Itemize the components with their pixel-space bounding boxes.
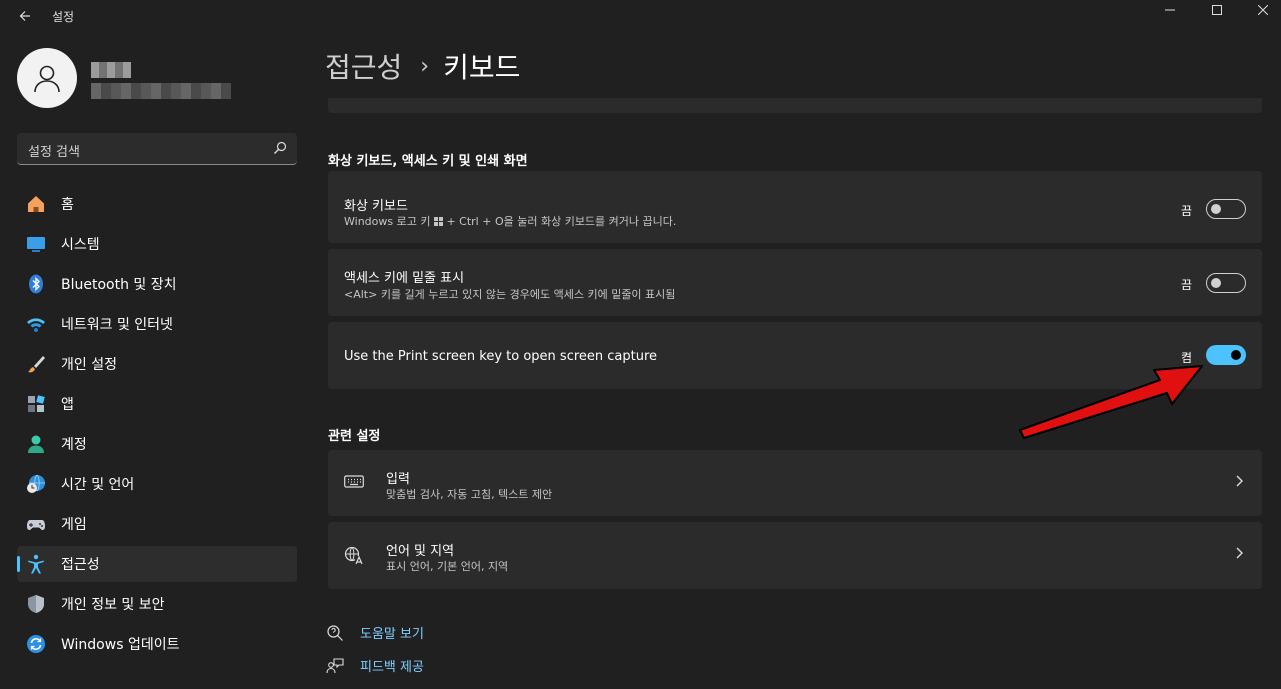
time-language-icon xyxy=(27,474,45,493)
on-screen-keyboard-toggle[interactable] xyxy=(1206,199,1246,219)
setting-title: 액세스 키에 밑줄 표시 xyxy=(344,271,465,286)
toggle-state-label: 끔 xyxy=(1180,204,1192,218)
brush-icon xyxy=(28,356,45,373)
account-icon xyxy=(28,435,44,453)
maximize-icon xyxy=(1212,5,1222,15)
breadcrumb-separator: › xyxy=(420,53,430,79)
sidebar-item-accounts[interactable]: 계정 xyxy=(17,426,297,462)
previous-card-bottom xyxy=(328,98,1262,113)
user-name xyxy=(91,62,131,78)
minimize-icon xyxy=(1165,9,1175,11)
search-placeholder: 설정 검색 xyxy=(28,145,80,160)
toggle-knob xyxy=(1231,350,1241,360)
sidebar-item-label: 홈 xyxy=(61,197,74,213)
back-button[interactable] xyxy=(12,4,38,28)
sidebar-item-gaming[interactable]: 게임 xyxy=(17,506,297,542)
setting-description: 표시 언어, 기본 언어, 지역 xyxy=(386,560,509,573)
apps-icon xyxy=(28,395,45,412)
breadcrumb: 접근성 › 키보드 xyxy=(325,46,520,86)
sidebar-item-system[interactable]: 시스템 xyxy=(17,226,297,262)
sidebar-item-label: 접근성 xyxy=(61,557,100,573)
underline-access-keys-setting: 액세스 키에 밑줄 표시 <Alt> 키를 길게 누르고 있지 않는 경우에도 … xyxy=(328,249,1262,316)
sidebar-item-label: 네트워크 및 인터넷 xyxy=(61,317,173,333)
sidebar-item-network[interactable]: 네트워크 및 인터넷 xyxy=(17,306,297,342)
setting-description: <Alt> 키를 길게 누르고 있지 않는 경우에도 액세스 키에 밑줄이 표시… xyxy=(344,288,676,301)
gamepad-icon xyxy=(27,520,45,530)
setting-title: Use the Print screen key to open screen … xyxy=(344,349,658,364)
on-screen-keyboard-setting: 화상 키보드 Windows 로고 키 + Ctrl + O을 눌러 화상 키보… xyxy=(328,171,1262,243)
sidebar-item-label: 시간 및 언어 xyxy=(61,477,135,493)
section-title-related: 관련 설정 xyxy=(328,429,381,444)
language-region-settings-link[interactable]: 언어 및 지역 표시 언어, 기본 언어, 지역 xyxy=(328,522,1262,589)
maximize-button[interactable] xyxy=(1194,0,1240,20)
sidebar-item-label: 계정 xyxy=(61,437,87,453)
section-title-keyboard: 화상 키보드, 액세스 키 및 인쇄 화면 xyxy=(328,154,528,169)
feedback-icon xyxy=(326,657,344,673)
close-button[interactable] xyxy=(1240,0,1281,20)
app-title: 설정 xyxy=(52,10,75,24)
toggle-state-label: 끔 xyxy=(1180,278,1192,292)
sidebar-item-accessibility[interactable]: 접근성 xyxy=(17,546,297,582)
setting-description: Windows 로고 키 + Ctrl + O을 눌러 화상 키보드를 켜거나 … xyxy=(344,215,677,228)
setting-description: 맞춤법 검사, 자동 고침, 텍스트 제안 xyxy=(386,488,553,501)
sidebar-item-privacy[interactable]: 개인 정보 및 보안 xyxy=(17,586,297,622)
windows-logo-icon xyxy=(433,217,443,226)
sidebar-item-windows-update[interactable]: Windows 업데이트 xyxy=(17,626,297,662)
chevron-right-icon xyxy=(1236,475,1243,487)
bluetooth-icon xyxy=(29,274,43,294)
wifi-icon xyxy=(27,318,45,332)
sidebar-item-label: 게임 xyxy=(61,517,87,533)
back-arrow-icon xyxy=(19,11,30,21)
close-icon xyxy=(1258,5,1268,15)
sidebar-nav: 홈 시스템 Bluetooth 및 장치 네트워크 및 인터넷 개인 설정 앱 … xyxy=(17,186,297,666)
sidebar-item-personalization[interactable]: 개인 설정 xyxy=(17,346,297,382)
toggle-knob xyxy=(1211,278,1221,288)
title-bar: 설정 xyxy=(0,0,1281,32)
sidebar-item-label: 시스템 xyxy=(61,237,100,253)
print-screen-capture-setting: Use the Print screen key to open screen … xyxy=(328,322,1262,389)
toggle-knob xyxy=(1211,204,1221,214)
setting-title: 언어 및 지역 xyxy=(386,544,455,559)
sidebar-item-label: Bluetooth 및 장치 xyxy=(61,277,177,293)
sidebar-item-label: 앱 xyxy=(61,397,74,413)
update-icon xyxy=(27,635,45,653)
print-screen-capture-toggle[interactable] xyxy=(1206,345,1246,365)
sidebar-item-label: Windows 업데이트 xyxy=(61,637,180,653)
setting-title: 입력 xyxy=(386,472,410,487)
give-feedback-label: 피드백 제공 xyxy=(360,660,424,675)
help-icon xyxy=(327,624,343,641)
sidebar-item-bluetooth[interactable]: Bluetooth 및 장치 xyxy=(17,266,297,302)
chevron-right-icon xyxy=(1236,547,1243,559)
sidebar-item-label: 개인 정보 및 보안 xyxy=(61,597,165,613)
keyboard-icon xyxy=(344,475,364,488)
get-help-link[interactable]: 도움말 보기 xyxy=(326,623,424,642)
sidebar-item-home[interactable]: 홈 xyxy=(17,186,297,222)
breadcrumb-parent[interactable]: 접근성 xyxy=(325,46,402,86)
get-help-label: 도움말 보기 xyxy=(360,627,424,642)
home-icon xyxy=(28,196,44,212)
sidebar-item-time-language[interactable]: 시간 및 언어 xyxy=(17,466,297,502)
setting-title: 화상 키보드 xyxy=(344,199,408,214)
underline-access-keys-toggle[interactable] xyxy=(1206,273,1246,293)
accessibility-icon xyxy=(28,554,44,574)
sidebar-item-label: 개인 설정 xyxy=(61,357,117,373)
language-region-icon xyxy=(344,546,365,565)
sidebar-item-apps[interactable]: 앱 xyxy=(17,386,297,422)
user-email xyxy=(91,83,231,99)
search-input[interactable]: 설정 검색 xyxy=(17,133,297,165)
minimize-button[interactable] xyxy=(1147,0,1193,20)
avatar[interactable] xyxy=(17,48,77,108)
user-icon xyxy=(34,65,60,93)
search-icon xyxy=(274,141,287,154)
page-title: 키보드 xyxy=(443,51,521,84)
toggle-state-label: 켬 xyxy=(1180,351,1192,365)
system-icon xyxy=(27,237,45,252)
shield-icon xyxy=(28,595,44,613)
typing-settings-link[interactable]: 입력 맞춤법 검사, 자동 고침, 텍스트 제안 xyxy=(328,450,1262,516)
give-feedback-link[interactable]: 피드백 제공 xyxy=(326,656,424,675)
